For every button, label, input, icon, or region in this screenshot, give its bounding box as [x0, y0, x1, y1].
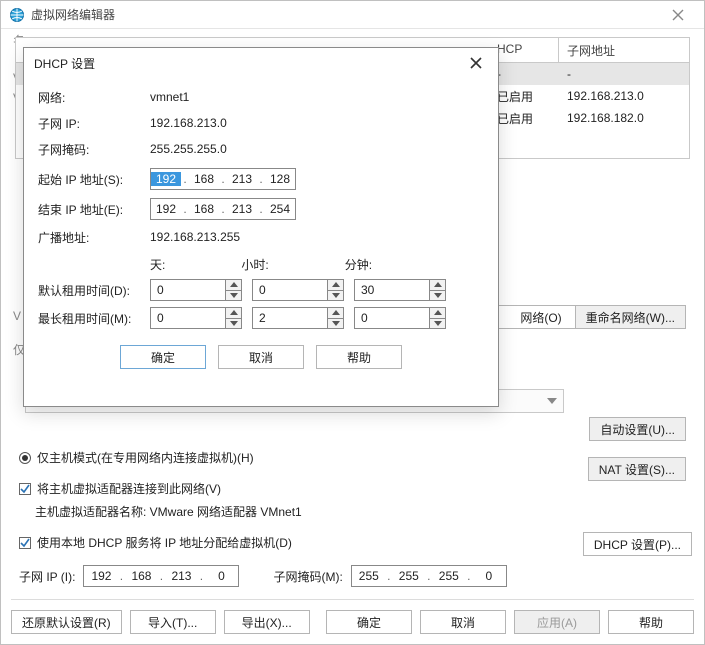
window-close-button[interactable]	[660, 4, 696, 26]
subnet-mask-input[interactable]: 255. 255. 255. 0	[351, 565, 507, 587]
end-ip-label: 结束 IP 地址(E):	[38, 201, 150, 218]
col-dhcp: HCP	[489, 38, 559, 62]
rename-network-button[interactable]: 重命名网络(W)...	[575, 305, 686, 329]
max-lease-label: 最长租用时间(M):	[38, 310, 140, 327]
import-button[interactable]: 导入(T)...	[130, 610, 216, 634]
broadcast-label: 广播地址:	[38, 229, 150, 246]
export-button[interactable]: 导出(X)...	[224, 610, 310, 634]
ok-button[interactable]: 确定	[326, 610, 412, 634]
col-subnet: 子网地址	[559, 38, 689, 62]
check-icon	[19, 537, 31, 549]
subnet-ip-label: 子网 IP (I):	[19, 568, 75, 585]
dlg-subnet-ip-value: 192.168.213.0	[150, 116, 227, 130]
dialog-cancel-button[interactable]: 取消	[218, 345, 304, 369]
bottom-button-bar: 还原默认设置(R) 导入(T)... 导出(X)... 确定 取消 应用(A) …	[11, 599, 694, 634]
subnet-mask-label: 子网掩码(M):	[273, 568, 342, 585]
dialog-title: DHCP 设置	[34, 55, 95, 72]
hostonly-radio[interactable]: 仅主机模式(在专用网络内连接虚拟机)(H)	[13, 449, 692, 466]
use-local-dhcp-label: 使用本地 DHCP 服务将 IP 地址分配给虚拟机(D)	[37, 534, 292, 551]
check-icon	[19, 483, 31, 495]
default-lease-label: 默认租用时间(D):	[38, 282, 140, 299]
dlg-subnet-ip-label: 子网 IP:	[38, 115, 150, 132]
lease-header: 天: 小时: 分钟:	[38, 256, 484, 273]
apply-button[interactable]: 应用(A)	[514, 610, 600, 634]
connect-adapter-checkbox[interactable]: 将主机虚拟适配器连接到此网络(V)	[13, 480, 692, 497]
virtual-network-editor-window: 虚拟网络编辑器 名 V V V 仅 HCP 子网地址 - - 已启用 192.1…	[0, 0, 705, 645]
connect-adapter-label: 将主机虚拟适配器连接到此网络(V)	[37, 480, 221, 497]
spin-up-icon	[225, 280, 241, 290]
subnet-ip-input[interactable]: 192. 168. 213. 0	[83, 565, 239, 587]
max-lease-minutes[interactable]: 0	[354, 307, 446, 329]
default-lease-days[interactable]: 0	[150, 279, 242, 301]
dialog-titlebar: DHCP 设置	[24, 48, 498, 78]
dlg-mask-value: 255.255.255.0	[150, 142, 227, 156]
network-button[interactable]: 网络(O)	[498, 305, 584, 329]
spin-down-icon	[225, 290, 241, 301]
max-lease-hours[interactable]: 2	[252, 307, 344, 329]
window-title: 虚拟网络编辑器	[31, 6, 115, 23]
dialog-help-button[interactable]: 帮助	[316, 345, 402, 369]
default-lease-minutes[interactable]: 30	[354, 279, 446, 301]
titlebar: 虚拟网络编辑器	[1, 1, 704, 29]
hostonly-radio-label: 仅主机模式(在专用网络内连接虚拟机)(H)	[37, 449, 254, 466]
end-ip-input[interactable]: 192. 168. 213. 254	[150, 198, 296, 220]
radio-icon	[19, 452, 31, 464]
start-ip-input[interactable]: 192. 168. 213. 128	[150, 168, 296, 190]
dialog-close-button[interactable]	[464, 51, 488, 75]
network-label: 网络:	[38, 89, 150, 106]
start-ip-label: 起始 IP 地址(S):	[38, 171, 150, 188]
dhcp-settings-dialog: DHCP 设置 网络:vmnet1 子网 IP:192.168.213.0 子网…	[23, 47, 499, 407]
globe-icon	[9, 7, 25, 23]
adapter-name-line: 主机虚拟适配器名称: VMware 网络适配器 VMnet1	[13, 503, 692, 520]
network-value: vmnet1	[150, 90, 189, 104]
max-lease-days[interactable]: 0	[150, 307, 242, 329]
dialog-ok-button[interactable]: 确定	[120, 345, 206, 369]
ghost-section-v: V	[13, 309, 21, 323]
cancel-button[interactable]: 取消	[420, 610, 506, 634]
use-local-dhcp-checkbox[interactable]: 使用本地 DHCP 服务将 IP 地址分配给虚拟机(D) DHCP 设置(P).…	[13, 534, 692, 551]
restore-defaults-button[interactable]: 还原默认设置(R)	[11, 610, 122, 634]
dlg-mask-label: 子网掩码:	[38, 141, 150, 158]
default-lease-hours[interactable]: 0	[252, 279, 344, 301]
help-button[interactable]: 帮助	[608, 610, 694, 634]
dhcp-settings-button[interactable]: DHCP 设置(P)...	[583, 532, 692, 556]
broadcast-value: 192.168.213.255	[150, 230, 240, 244]
